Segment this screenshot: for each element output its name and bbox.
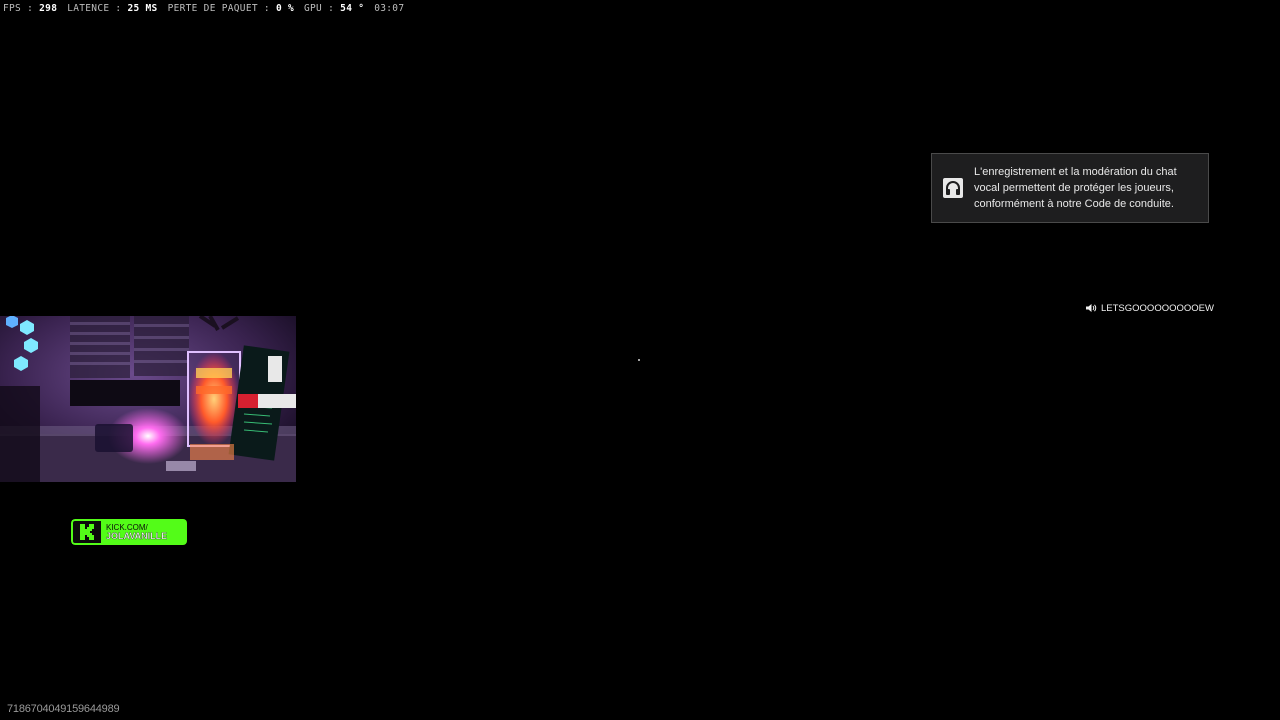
hud-separator: :: [115, 2, 122, 14]
gpu-temp-value: 54 °: [340, 2, 365, 14]
kick-channel-badge: KICK.COM/ JOLAVANILLE: [71, 519, 187, 545]
kick-channel-text: KICK.COM/ JOLAVANILLE: [101, 519, 187, 545]
kick-channel-name: JOLAVANILLE: [106, 531, 168, 541]
crosshair-dot: [638, 359, 640, 361]
latency-label: LATENCE: [67, 2, 110, 14]
webcam-overlay: [0, 316, 296, 482]
clock: 03:07: [374, 2, 405, 14]
voice-speaking-indicator: LETSGOOOOOOOOOEW: [1086, 301, 1214, 315]
kick-logo-icon: [71, 519, 101, 545]
speaker-icon: [1086, 304, 1097, 312]
speaking-player-name: LETSGOOOOOOOOOEW: [1101, 302, 1214, 314]
voice-chat-notice: L'enregistrement et la modération du cha…: [931, 153, 1209, 223]
latency-value: 25 MS: [127, 2, 158, 14]
gpu-label: GPU: [304, 2, 323, 14]
voice-notice-message: L'enregistrement et la modération du cha…: [974, 166, 1177, 210]
performance-hud: FPS : 298 LATENCE : 25 MS PERTE DE PAQUE…: [3, 2, 404, 14]
packet-loss-value: 0 %: [275, 2, 295, 14]
hud-separator: :: [328, 2, 335, 14]
fps-value: 298: [39, 2, 58, 14]
packet-loss-label: PERTE DE PAQUET: [167, 2, 258, 14]
session-id: 7186704049159644989: [7, 703, 120, 715]
hud-separator: :: [263, 2, 270, 14]
headset-icon: [943, 178, 963, 198]
game-screen: FPS : 298 LATENCE : 25 MS PERTE DE PAQUE…: [0, 0, 1280, 720]
hud-separator: :: [27, 2, 34, 14]
webcam-feed-image: [0, 316, 296, 482]
fps-label: FPS: [3, 2, 22, 14]
